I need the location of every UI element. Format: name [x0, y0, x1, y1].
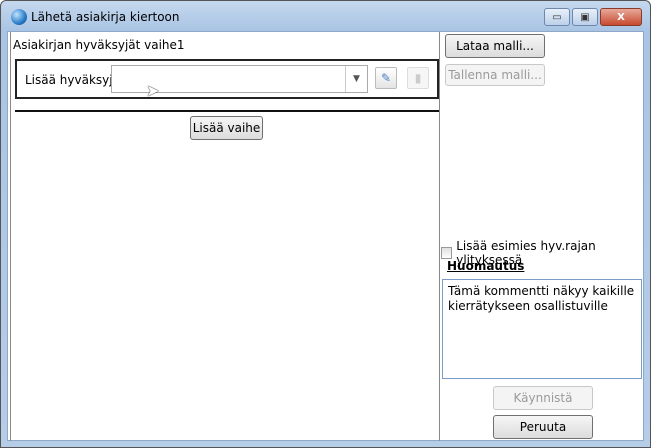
- trash-icon: ▮: [414, 71, 422, 85]
- load-template-button[interactable]: Lataa malli...: [445, 34, 545, 58]
- delete-approver-button[interactable]: ▮: [407, 67, 429, 89]
- start-button[interactable]: Käynnistä: [493, 386, 593, 410]
- checkbox-box[interactable]: [441, 247, 453, 259]
- stage-box: Lisää hyväksyjä ▼ ✎ ▮: [15, 59, 439, 99]
- note-textarea[interactable]: Tämä kommentti näkyy kaikille kierrätyks…: [442, 279, 642, 379]
- edit-icon: ✎: [380, 71, 392, 85]
- dialog-window: Lähetä asiakirja kiertoon ▭ ▣ X Asiakirj…: [0, 0, 651, 448]
- add-approver-label: Lisää hyväksyjä: [25, 73, 120, 87]
- app-globe-icon: [11, 9, 27, 25]
- stage-title: Asiakirjan hyväksyjät vaihe1: [13, 38, 185, 52]
- window-title: Lähetä asiakirja kiertoon: [31, 10, 180, 24]
- edit-approver-button[interactable]: ✎: [375, 67, 397, 89]
- maximize-button[interactable]: ▣: [572, 8, 598, 26]
- stages-panel: Asiakirjan hyväksyjät vaihe1 Lisää hyväk…: [10, 32, 440, 441]
- cancel-button[interactable]: Peruuta: [493, 415, 593, 439]
- note-heading: Huomautus: [447, 259, 525, 273]
- close-button[interactable]: X: [600, 8, 642, 26]
- save-template-button[interactable]: Tallenna malli...: [445, 64, 545, 86]
- stage-separator: [15, 110, 439, 112]
- mouse-cursor-icon: ➤: [146, 81, 160, 100]
- add-stage-button[interactable]: Lisää vaihe: [190, 116, 263, 140]
- client-area: Asiakirjan hyväksyjät vaihe1 Lisää hyväk…: [7, 31, 644, 441]
- minimize-button[interactable]: ▭: [544, 8, 570, 26]
- chevron-down-icon[interactable]: ▼: [345, 66, 367, 92]
